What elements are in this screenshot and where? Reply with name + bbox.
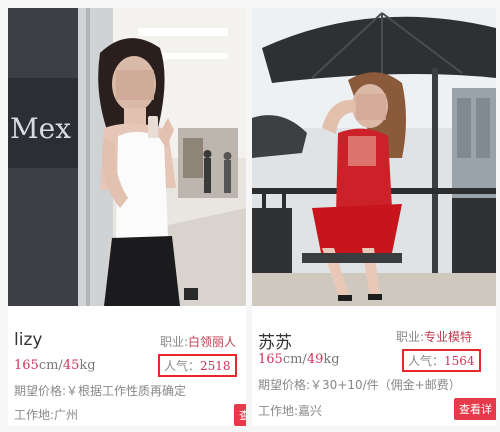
popularity-label: 人气： [408, 354, 445, 368]
model-list: Mex lizy 职业:白领丽人 165cm/45kg 人气：2518 期望价格… [0, 0, 500, 432]
weight-unit: kg [79, 358, 96, 373]
weight-unit: kg [323, 352, 340, 367]
occupation: 职业:专业模特 [396, 328, 472, 345]
expected-price: 期望价格:￥30+10/件（佣金+邮费） [258, 378, 461, 392]
expected-price: 期望价格:￥根据工作性质再确定 [14, 384, 187, 398]
height-weight: 165cm/49kg [258, 352, 340, 367]
mall-sign-text: Mex [10, 112, 71, 145]
height-value: 165 [258, 352, 283, 367]
occupation-value: 白领丽人 [188, 335, 237, 349]
height-weight: 165cm/45kg [14, 358, 96, 373]
work-location: 工作地:广州 [14, 408, 79, 422]
popularity-label: 人气： [164, 359, 201, 373]
view-details-button[interactable]: 查看详 [454, 398, 496, 420]
model-name[interactable]: 苏苏 [258, 328, 292, 353]
model-name[interactable]: lizy [14, 330, 42, 350]
popularity-value: 1564 [444, 354, 475, 368]
model-card[interactable]: 苏苏 职业:专业模特 165cm/49kg 人气：1564 期望价格:￥30+1… [252, 8, 496, 426]
photo-illustration-terrace [252, 8, 496, 306]
occupation-value: 专业模特 [424, 330, 473, 344]
popularity-value: 2518 [200, 359, 231, 373]
occupation-label: 职业: [396, 330, 425, 344]
height-unit: cm/ [282, 352, 307, 367]
model-photo[interactable]: Mex [8, 8, 246, 306]
occupation: 职业:白领丽人 [160, 333, 236, 350]
model-card[interactable]: Mex lizy 职业:白领丽人 165cm/45kg 人气：2518 期望价格… [8, 8, 246, 426]
model-photo[interactable] [252, 8, 496, 306]
popularity-badge: 人气：1564 [402, 349, 481, 372]
occupation-label: 职业: [160, 335, 189, 349]
weight-value: 49 [306, 352, 324, 367]
height-unit: cm/ [38, 358, 63, 373]
weight-value: 45 [62, 358, 80, 373]
height-value: 165 [14, 358, 39, 373]
view-details-button[interactable]: 查 [234, 404, 246, 426]
work-location: 工作地:嘉兴 [258, 404, 323, 418]
popularity-badge: 人气：2518 [158, 354, 237, 377]
photo-illustration-mall: Mex [8, 8, 246, 306]
